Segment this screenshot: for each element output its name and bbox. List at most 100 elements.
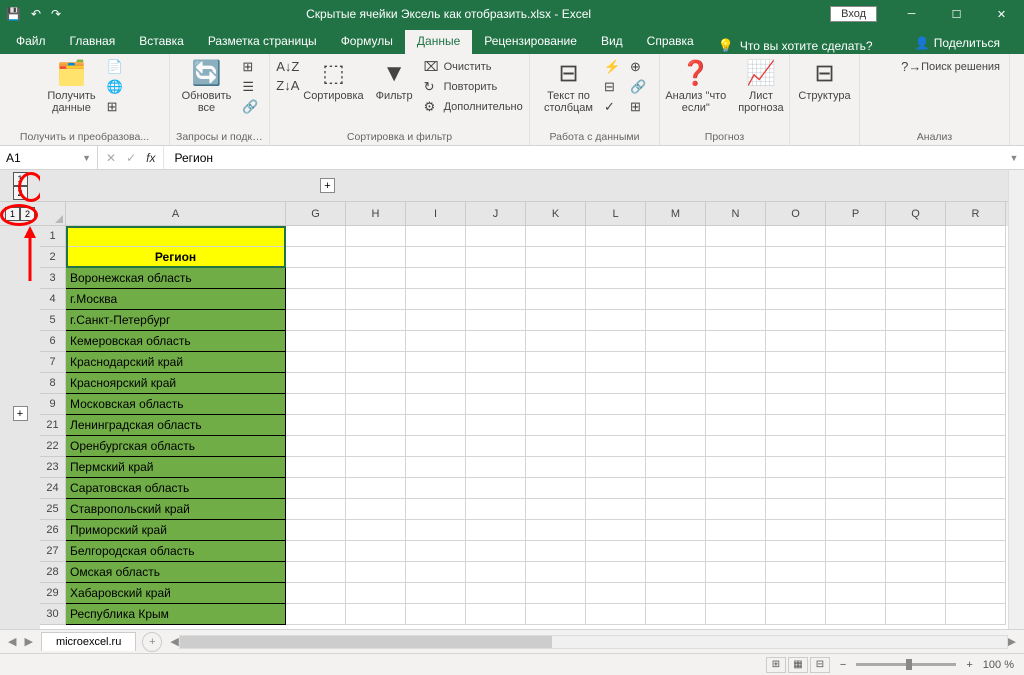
cell[interactable]: [826, 562, 886, 583]
cell[interactable]: [466, 310, 526, 331]
flash-fill-button[interactable]: ⚡: [601, 58, 623, 76]
cell[interactable]: [346, 289, 406, 310]
cell[interactable]: [466, 457, 526, 478]
cell[interactable]: [886, 394, 946, 415]
cell[interactable]: [706, 289, 766, 310]
fx-icon[interactable]: fx: [146, 151, 155, 165]
forecast-sheet-button[interactable]: 📈 Лист прогноза: [734, 58, 787, 117]
row-header[interactable]: 5: [40, 310, 66, 331]
cell[interactable]: [286, 394, 346, 415]
row-header[interactable]: 21: [40, 415, 66, 436]
cell[interactable]: [586, 415, 646, 436]
col-header-H[interactable]: H: [346, 202, 406, 226]
row-header[interactable]: 6: [40, 331, 66, 352]
cell[interactable]: [406, 226, 466, 247]
col-header-O[interactable]: O: [766, 202, 826, 226]
tab-file[interactable]: Файл: [4, 30, 58, 54]
cell[interactable]: [406, 268, 466, 289]
cell[interactable]: [646, 520, 706, 541]
cell[interactable]: [586, 394, 646, 415]
cell[interactable]: [406, 310, 466, 331]
cell[interactable]: [346, 352, 406, 373]
cell[interactable]: [646, 583, 706, 604]
cell[interactable]: [286, 331, 346, 352]
cell[interactable]: [466, 247, 526, 268]
cell[interactable]: [766, 541, 826, 562]
cell[interactable]: [646, 541, 706, 562]
cell[interactable]: [406, 394, 466, 415]
cell[interactable]: [826, 415, 886, 436]
cell[interactable]: [526, 583, 586, 604]
reapply-filter-button[interactable]: ↻Повторить: [421, 78, 526, 96]
cell[interactable]: [766, 499, 826, 520]
cell[interactable]: [526, 394, 586, 415]
cell[interactable]: Хабаровский край: [66, 583, 286, 604]
enter-icon[interactable]: ✓: [126, 151, 136, 165]
cell[interactable]: [886, 604, 946, 625]
cell[interactable]: [586, 562, 646, 583]
cell[interactable]: [66, 226, 286, 247]
cell[interactable]: [526, 562, 586, 583]
cell[interactable]: [886, 289, 946, 310]
cell[interactable]: [466, 478, 526, 499]
filter-button[interactable]: ▼ Фильтр: [372, 58, 417, 104]
cell[interactable]: [946, 541, 1006, 562]
cell[interactable]: [766, 583, 826, 604]
cell[interactable]: [646, 310, 706, 331]
zoom-level[interactable]: 100 %: [983, 659, 1014, 671]
tab-insert[interactable]: Вставка: [127, 30, 196, 54]
cell[interactable]: [946, 499, 1006, 520]
cell[interactable]: [766, 478, 826, 499]
cell[interactable]: [466, 436, 526, 457]
add-sheet-button[interactable]: +: [142, 632, 162, 652]
cell[interactable]: [346, 268, 406, 289]
cell[interactable]: [826, 457, 886, 478]
cell[interactable]: [286, 457, 346, 478]
col-header-K[interactable]: K: [526, 202, 586, 226]
zoom-out-button[interactable]: −: [840, 659, 846, 671]
cell[interactable]: [346, 226, 406, 247]
cell[interactable]: [586, 478, 646, 499]
close-button[interactable]: ✕: [979, 0, 1024, 28]
cell[interactable]: [826, 520, 886, 541]
cell[interactable]: [646, 562, 706, 583]
cell[interactable]: [886, 478, 946, 499]
row-header[interactable]: 9: [40, 394, 66, 415]
cell[interactable]: [646, 268, 706, 289]
cell[interactable]: [946, 226, 1006, 247]
cell[interactable]: [586, 436, 646, 457]
cell[interactable]: Пермский край: [66, 457, 286, 478]
from-text-button[interactable]: 📄: [104, 58, 126, 76]
cell[interactable]: [526, 604, 586, 625]
row-header[interactable]: 28: [40, 562, 66, 583]
cell[interactable]: [706, 310, 766, 331]
what-if-button[interactable]: ❓ Анализ "что если": [661, 58, 730, 117]
cell[interactable]: [526, 415, 586, 436]
cell[interactable]: [406, 562, 466, 583]
cell[interactable]: [826, 352, 886, 373]
cell[interactable]: [826, 541, 886, 562]
tab-formulas[interactable]: Формулы: [329, 30, 405, 54]
cell[interactable]: [946, 415, 1006, 436]
cell[interactable]: [946, 478, 1006, 499]
cell[interactable]: [706, 478, 766, 499]
cell[interactable]: [586, 541, 646, 562]
cell[interactable]: Приморский край: [66, 520, 286, 541]
text-to-columns-button[interactable]: ⊟ Текст по столбцам: [540, 58, 597, 117]
cell[interactable]: [766, 331, 826, 352]
cell[interactable]: [826, 268, 886, 289]
cell[interactable]: [826, 373, 886, 394]
cell[interactable]: Ставропольский край: [66, 499, 286, 520]
cell[interactable]: [946, 604, 1006, 625]
cancel-icon[interactable]: ✕: [106, 151, 116, 165]
cell[interactable]: [946, 394, 1006, 415]
cell[interactable]: [766, 289, 826, 310]
maximize-button[interactable]: ☐: [934, 0, 979, 28]
cell[interactable]: [526, 226, 586, 247]
cell[interactable]: [346, 499, 406, 520]
cell[interactable]: [286, 436, 346, 457]
cell[interactable]: [826, 247, 886, 268]
zoom-in-button[interactable]: +: [966, 659, 972, 671]
cell[interactable]: [586, 289, 646, 310]
tab-view[interactable]: Вид: [589, 30, 635, 54]
